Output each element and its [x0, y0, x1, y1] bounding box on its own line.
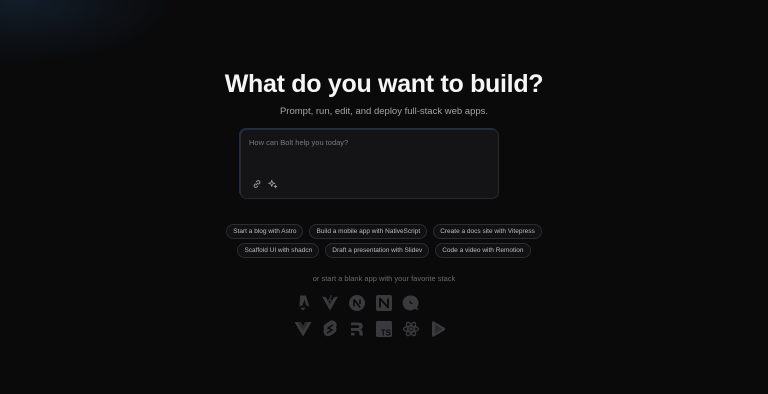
- next-icon[interactable]: [347, 293, 366, 312]
- prompt-box[interactable]: [240, 129, 499, 199]
- suggestion-row-2: Scaffold UI with shadcn Draft a presenta…: [0, 243, 768, 258]
- remotion-icon[interactable]: [428, 319, 447, 338]
- nuxt-icon[interactable]: [374, 293, 393, 312]
- svelte-icon[interactable]: [320, 319, 339, 338]
- suggestion-chip-remotion[interactable]: Code a video with Remotion: [435, 243, 531, 258]
- qwik-icon[interactable]: [401, 293, 420, 312]
- page: What do you want to build? Prompt, run, …: [0, 0, 768, 394]
- vue-icon[interactable]: [293, 319, 312, 338]
- sparkle-icon[interactable]: [267, 178, 279, 190]
- link-icon[interactable]: [251, 178, 263, 190]
- astro-icon[interactable]: [293, 293, 312, 312]
- suggestion-chip-slidev[interactable]: Draft a presentation with Slidev: [325, 243, 430, 258]
- vite-icon[interactable]: [320, 293, 339, 312]
- stack-row-2: TS: [293, 319, 453, 338]
- typescript-icon-label: TS: [380, 328, 391, 337]
- stack-grid: TS: [293, 293, 453, 345]
- stack-label: or start a blank app with your favorite …: [312, 274, 456, 283]
- remix-icon[interactable]: [347, 319, 366, 338]
- react-icon[interactable]: [401, 319, 420, 338]
- suggestion-row-1: Start a blog with Astro Build a mobile a…: [0, 224, 768, 239]
- suggestion-chips: Start a blog with Astro Build a mobile a…: [0, 224, 768, 262]
- typescript-icon[interactable]: TS: [374, 319, 393, 338]
- suggestion-chip-astro[interactable]: Start a blog with Astro: [226, 224, 304, 239]
- suggestion-chip-nativescript[interactable]: Build a mobile app with NativeScript: [309, 224, 428, 239]
- prompt-input[interactable]: [249, 138, 489, 147]
- suggestion-chip-shadcn[interactable]: Scaffold UI with shadcn: [237, 243, 320, 258]
- page-title: What do you want to build?: [224, 70, 544, 98]
- suggestion-chip-vitepress[interactable]: Create a docs site with Vitepress: [433, 224, 542, 239]
- stack-row-1: [293, 293, 453, 312]
- page-subtitle: Prompt, run, edit, and deploy full-stack…: [279, 106, 489, 117]
